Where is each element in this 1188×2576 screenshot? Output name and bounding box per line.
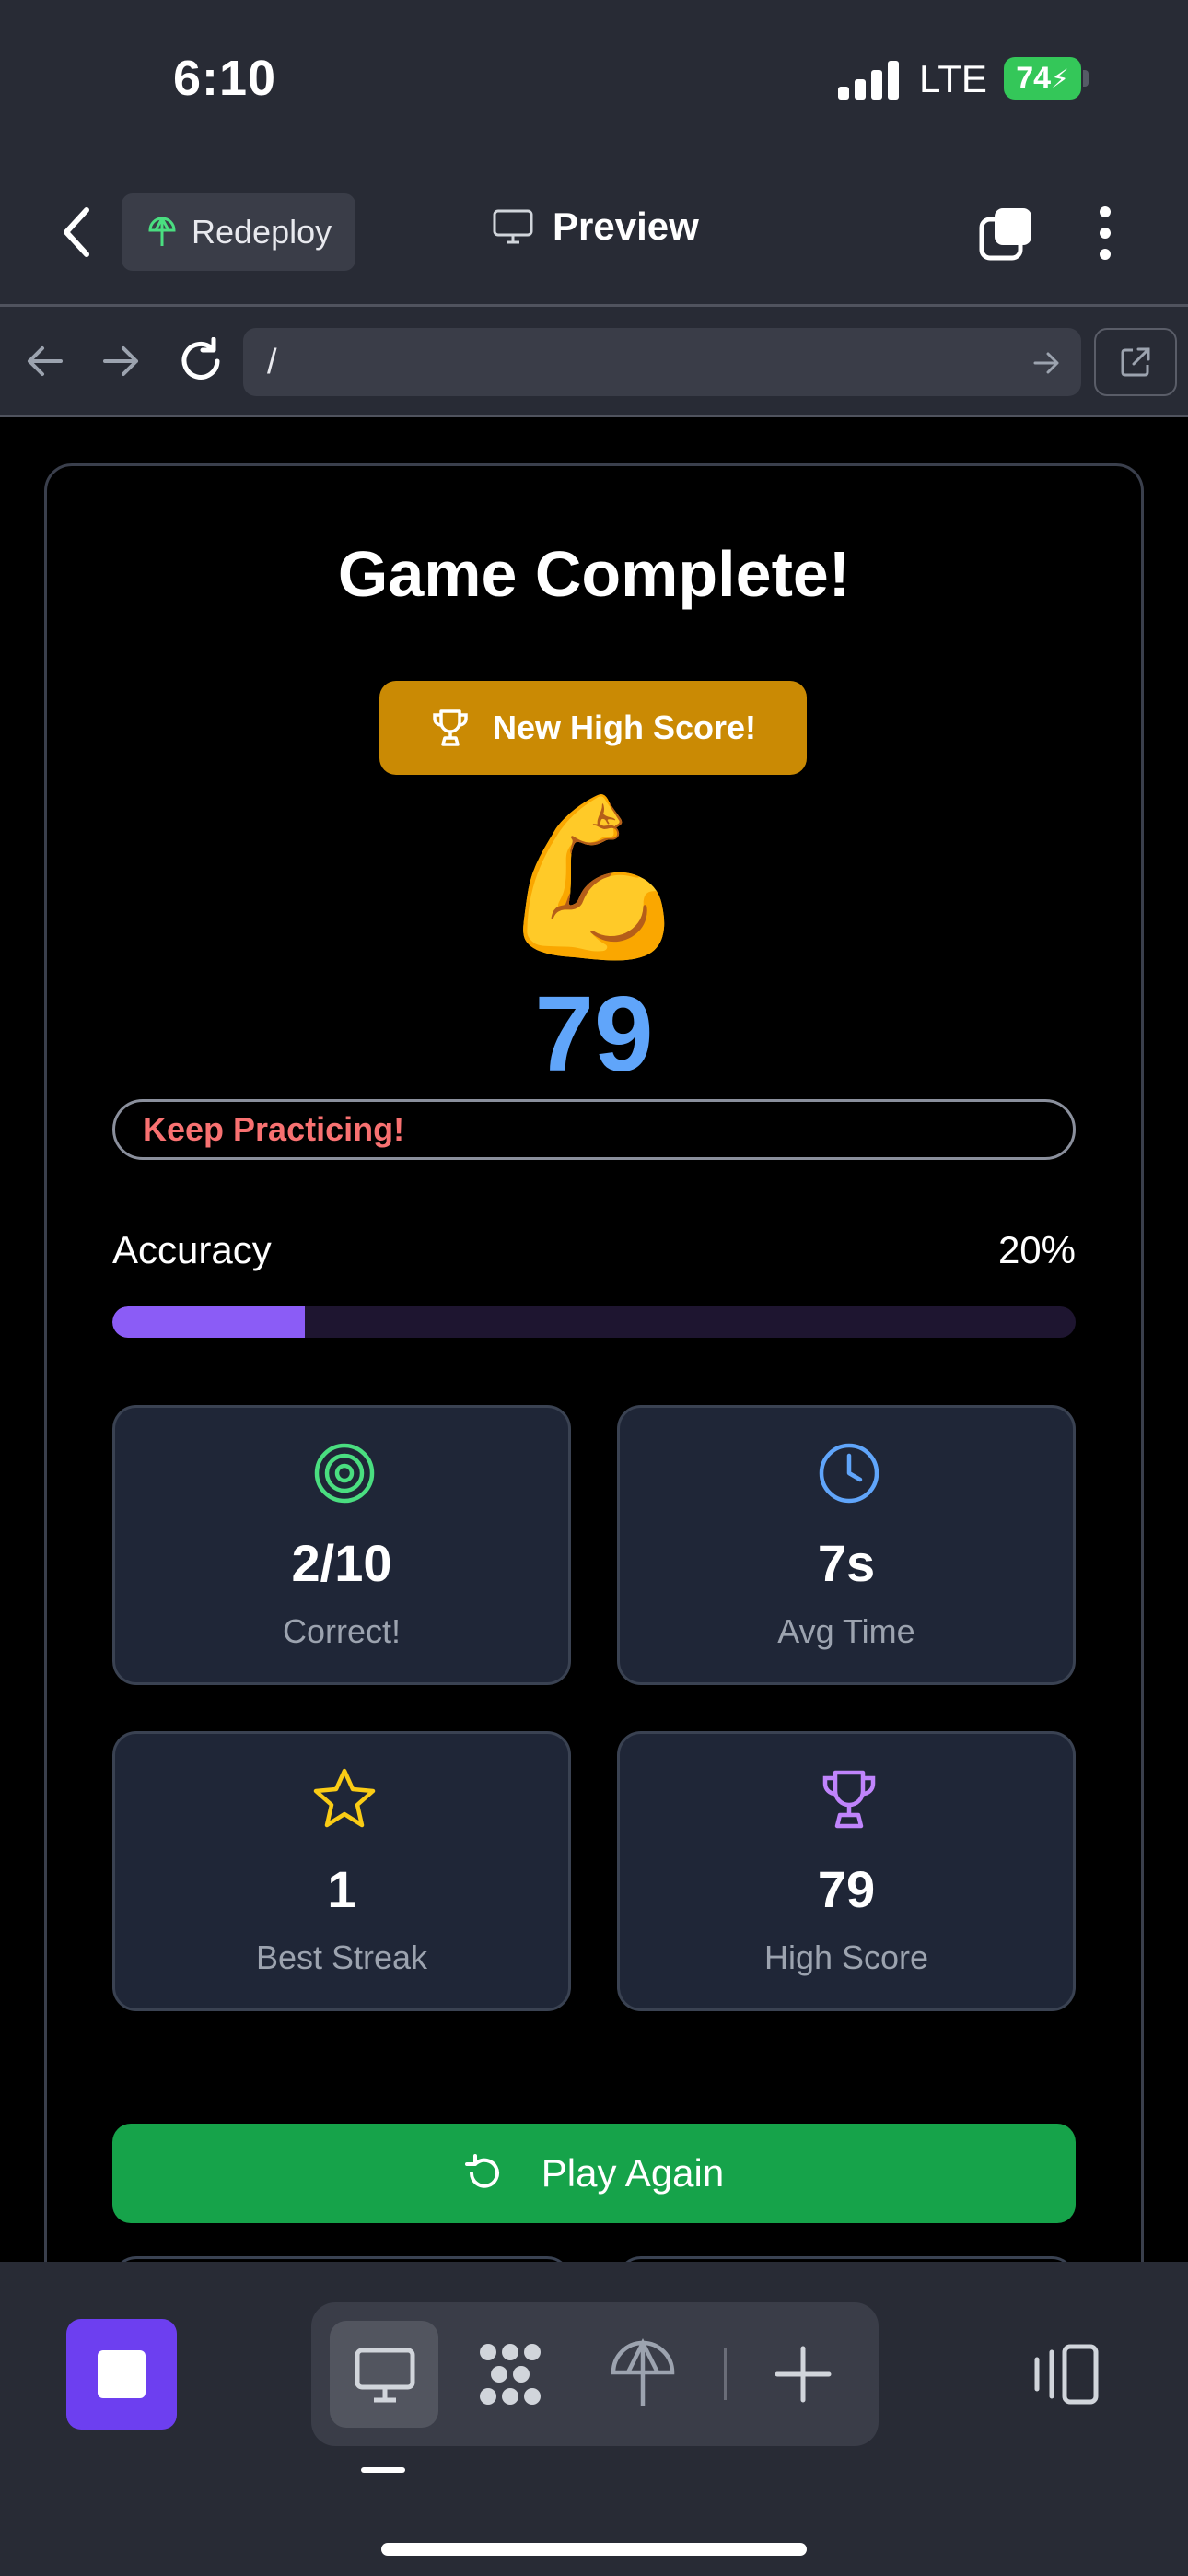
clock-icon (819, 1443, 879, 1504)
status-time: 6:10 (173, 51, 277, 106)
home-indicator (381, 2543, 807, 2556)
tabs-icon[interactable] (978, 205, 1035, 262)
accuracy-value: 20% (997, 1228, 1076, 1271)
header-divider (0, 304, 1188, 307)
browser-forward-icon[interactable] (101, 341, 142, 381)
preview-label: Preview (553, 205, 699, 248)
preview-title[interactable]: Preview (492, 205, 699, 249)
trophy-icon (433, 709, 468, 746)
game-title: Game Complete! (337, 538, 851, 610)
stat-value: 79 (817, 1860, 876, 1918)
high-score-badge-label: New High Score! (492, 708, 757, 746)
restart-icon (464, 2154, 499, 2188)
external-link-icon (1121, 347, 1150, 377)
trophy-icon (822, 1770, 876, 1829)
stat-label: Avg Time (777, 1612, 915, 1650)
app-screen: 6:10 LTE 74 ⚡ Redeploy Preview / Game Com… (0, 0, 1188, 2576)
back-arrow-icon[interactable] (57, 205, 98, 260)
stat-card-best-streak: 1 Best Streak (112, 1731, 571, 2011)
stat-card-avg-time: 7s Avg Time (617, 1405, 1076, 1685)
device-toggle-icon[interactable] (1030, 2341, 1101, 2407)
toolbar-divider (724, 2348, 727, 2400)
accuracy-label: Accuracy (112, 1228, 272, 1271)
web-preview: Game Complete! New High Score! 💪 79 Keep… (0, 417, 1188, 2262)
bottom-toolbar (0, 2262, 1188, 2576)
stop-button[interactable] (66, 2319, 177, 2430)
canvas-icon[interactable] (473, 2337, 547, 2411)
stat-card-correct: 2/10 Correct! (112, 1405, 571, 1685)
deploy-icon (148, 217, 176, 246)
final-score: 79 (534, 974, 654, 1094)
open-external-button[interactable] (1094, 328, 1177, 396)
browser-back-icon[interactable] (24, 341, 64, 381)
stat-value: 2/10 (291, 1534, 392, 1592)
charging-icon: ⚡ (1051, 64, 1069, 93)
redeploy-label: Redeploy (192, 213, 332, 251)
monitor-icon[interactable] (348, 2337, 422, 2411)
url-text: / (267, 342, 277, 381)
monitor-icon (493, 209, 533, 244)
stop-icon (98, 2350, 146, 2398)
stat-label: Best Streak (255, 1938, 428, 1976)
more-options-icon[interactable] (1092, 205, 1118, 262)
accuracy-progress-fill (112, 1306, 306, 1338)
stat-label: Correct! (282, 1612, 402, 1650)
battery-level: 74 (1016, 60, 1052, 96)
stat-label: High Score (763, 1938, 929, 1976)
battery-indicator: 74 ⚡ (1004, 57, 1081, 100)
view-switcher (311, 2302, 879, 2446)
stat-value: 1 (327, 1860, 356, 1918)
deploy-icon[interactable] (606, 2337, 680, 2411)
feedback-message: Keep Practicing! (112, 1099, 1076, 1160)
redeploy-button[interactable]: Redeploy (122, 193, 355, 271)
flexed-biceps-emoji: 💪 (496, 790, 692, 966)
reload-icon[interactable] (177, 337, 225, 385)
stat-card-high-score: 79 High Score (617, 1731, 1076, 2011)
go-arrow-icon[interactable] (1033, 350, 1059, 376)
accuracy-progress-bar (112, 1306, 1076, 1338)
target-icon (314, 1443, 375, 1504)
high-score-badge: New High Score! (379, 681, 807, 775)
stat-value: 7s (817, 1534, 876, 1592)
url-input[interactable]: / (243, 328, 1081, 396)
battery-tip (1083, 70, 1089, 87)
play-again-button[interactable]: Play Again (112, 2124, 1076, 2223)
plus-icon[interactable] (766, 2337, 840, 2411)
play-again-label: Play Again (541, 2151, 725, 2195)
star-icon (313, 1768, 376, 1828)
active-tab-indicator (361, 2467, 405, 2473)
network-label: LTE (919, 57, 987, 100)
signal-icon (838, 61, 901, 100)
